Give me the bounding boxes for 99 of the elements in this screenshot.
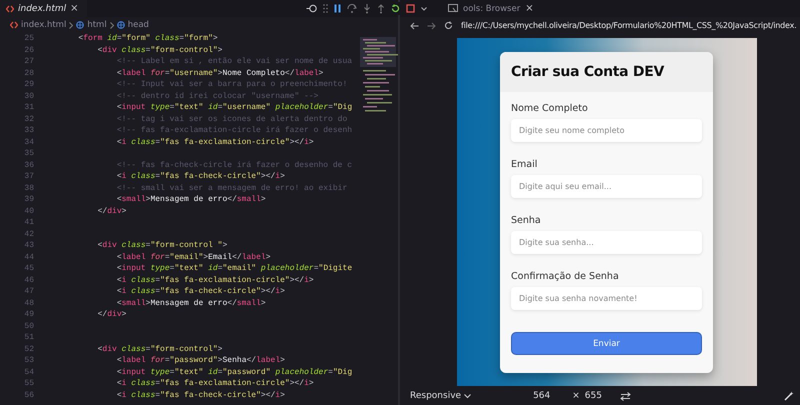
line-number: 40 bbox=[23, 206, 34, 218]
browser-window-icon bbox=[448, 4, 458, 13]
editor-tab[interactable]: index.html × bbox=[0, 0, 87, 17]
caret-icon bbox=[464, 394, 472, 398]
line-number: 53 bbox=[23, 356, 34, 367]
step-out-icon[interactable] bbox=[377, 4, 385, 14]
width-value[interactable]: 564 bbox=[533, 391, 550, 401]
browser-tab[interactable]: ools: Browser × bbox=[444, 3, 538, 14]
line-number: 55 bbox=[23, 379, 34, 390]
code-line: <!-- fas fa-check-circle irá fazer o desenho de c bbox=[116, 160, 352, 172]
code-line: <small>Mensagem de erro</small> bbox=[116, 195, 266, 206]
line-number: 42 bbox=[23, 230, 34, 240]
line-number: 54 bbox=[23, 368, 34, 378]
line-number: 38 bbox=[23, 184, 34, 194]
breadcrumb-item[interactable]: index.html bbox=[21, 20, 66, 30]
breadcrumb-item[interactable]: head bbox=[128, 20, 149, 30]
code-line: <input type="text" id="email" placeholder="Digite bbox=[116, 264, 352, 275]
code-line: <!-- tag i vai ser os icones de alerta dentro do bbox=[116, 114, 348, 126]
line-number: 41 bbox=[23, 218, 34, 229]
chevron-right-icon bbox=[69, 22, 74, 28]
code-line: <i class="fas fa-check-circle"></i> bbox=[116, 172, 285, 183]
code-line: </div> bbox=[96, 206, 126, 218]
field-label: Senha bbox=[511, 214, 542, 227]
back-arrow-icon[interactable] bbox=[410, 22, 419, 30]
line-number: 48 bbox=[23, 298, 34, 310]
line-number: 25 bbox=[23, 34, 34, 45]
pause-icon[interactable] bbox=[334, 4, 341, 13]
line-number: 29 bbox=[23, 80, 34, 91]
code-line: <label for="email">Email</label> bbox=[116, 252, 271, 264]
line-number: 50 bbox=[23, 322, 34, 332]
line-number: 35 bbox=[23, 149, 34, 160]
code-line: <!-- small vai ser a mensagem de erro! ao exibir bbox=[116, 184, 348, 194]
breadcrumb-item[interactable]: html bbox=[87, 20, 107, 30]
code-line: <i class="fas fa-exclamation-circle"></i> bbox=[116, 138, 314, 148]
swap-arrows-icon[interactable] bbox=[620, 392, 631, 400]
caret-icon[interactable] bbox=[421, 6, 427, 10]
input-field[interactable]: Digite sua senha novamente! bbox=[511, 287, 702, 310]
stop-icon[interactable] bbox=[406, 4, 415, 13]
line-number: 49 bbox=[23, 310, 34, 321]
code-file-icon bbox=[6, 4, 14, 12]
line-number: 43 bbox=[23, 241, 34, 252]
line-number: 47 bbox=[23, 287, 34, 298]
code-line: <i class="fas fa-exclamation-circle"></i> bbox=[116, 379, 314, 390]
magic-wand-icon[interactable] bbox=[784, 391, 794, 401]
line-number: 52 bbox=[23, 344, 34, 356]
code-line: <label for="password">Senha</label> bbox=[116, 356, 285, 367]
line-number: 44 bbox=[23, 252, 34, 264]
field-label: Confirmação de Senha bbox=[511, 270, 620, 283]
code-line: <input type="text" id="username" placeholder="Dig bbox=[116, 103, 352, 114]
line-number: 36 bbox=[23, 160, 34, 172]
code-line: <div class="form-control "> bbox=[96, 241, 228, 252]
line-number: 31 bbox=[23, 103, 34, 114]
forward-arrow-icon[interactable] bbox=[427, 22, 436, 30]
code-line: <i class="fas fa-exclamation-circle"></i> bbox=[116, 276, 314, 286]
input-field[interactable]: Digite sua senha... bbox=[511, 231, 702, 254]
code-line: </div> bbox=[96, 310, 126, 321]
code-line: <small>Mensagem de erro</small> bbox=[116, 298, 266, 310]
code-line: <div class="form-control"> bbox=[96, 46, 222, 56]
line-number: 33 bbox=[23, 126, 34, 137]
code-line: <!-- dentro id irei colocar "username" --> bbox=[116, 92, 318, 102]
input-field[interactable]: Digite aqui seu email... bbox=[511, 175, 702, 198]
code-line: <!-- Input vai ser a barra para o preenchimento! bbox=[116, 80, 348, 91]
address-bar[interactable]: file:///C:/Users/mychell.oliveira/Desktop/Formulario%20HTML_CSS_%20JavaScript/index. bbox=[461, 21, 796, 30]
grip-icon[interactable] bbox=[323, 4, 328, 13]
code-line: <div class="form-control"> bbox=[96, 344, 222, 356]
line-number: 30 bbox=[23, 92, 34, 102]
step-into-icon[interactable] bbox=[363, 4, 371, 14]
field-label: Email bbox=[511, 158, 538, 171]
line-number: 26 bbox=[23, 46, 34, 56]
target-icon[interactable] bbox=[306, 4, 317, 13]
code-line: <label for="username">Nome Completo</label> bbox=[116, 68, 324, 80]
code-line: <form id="form" class="form"> bbox=[77, 34, 218, 45]
line-number: 32 bbox=[23, 114, 34, 126]
code-line: <input type="text" id="password" placeholder="Dig bbox=[116, 368, 352, 378]
step-over-icon[interactable] bbox=[347, 4, 357, 13]
input-field[interactable]: Digite seu nome completo bbox=[511, 119, 702, 142]
line-number: 46 bbox=[23, 276, 34, 286]
line-number: 27 bbox=[23, 57, 34, 68]
line-number: 51 bbox=[23, 333, 34, 344]
line-number: 28 bbox=[23, 68, 34, 80]
restart-icon[interactable] bbox=[391, 4, 400, 13]
form-title: Criar sua Conta DEV bbox=[511, 64, 664, 80]
reload-icon[interactable] bbox=[444, 21, 453, 30]
times-sign: × bbox=[572, 391, 580, 401]
line-number: 39 bbox=[23, 195, 34, 206]
line-number: 56 bbox=[23, 390, 34, 402]
code-line: <!-- Label em si , então ele vai ser nome de usua bbox=[116, 57, 352, 68]
code-line: <!-- fas fa-exclamation-circle irá fazer o desenh bbox=[116, 126, 352, 137]
code-line: <i class="fas fa-check-circle"></i> bbox=[116, 390, 285, 402]
line-number: 45 bbox=[23, 264, 34, 275]
chevron-right-icon bbox=[110, 22, 114, 28]
code-line: <i class="fas fa-check-circle"></i> bbox=[116, 287, 285, 298]
field-label: Nome Completo bbox=[511, 102, 589, 115]
device-dropdown[interactable]: Responsive bbox=[410, 391, 472, 401]
line-number: 37 bbox=[23, 172, 34, 183]
height-value[interactable]: 655 bbox=[584, 391, 602, 401]
line-number: 34 bbox=[23, 138, 34, 148]
code-file-icon bbox=[10, 21, 18, 29]
submit-button[interactable]: Enviar bbox=[511, 332, 702, 355]
